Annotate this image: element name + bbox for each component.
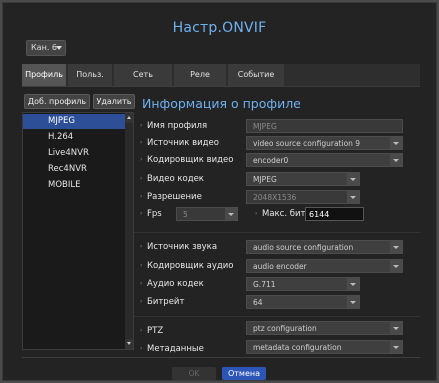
video-codec-select[interactable]: MJPEG — [246, 172, 360, 186]
chevron-down-icon — [390, 260, 402, 272]
profile-list-scrollbar[interactable] — [125, 113, 133, 349]
video-encoder-label: › Кодировщик видео — [140, 155, 234, 165]
channel-select[interactable]: Кан. 6 — [26, 40, 66, 56]
ptz-value: ptz configuration — [253, 324, 317, 333]
tab-bar: Профиль Польз. Сеть Реле Событие — [22, 64, 420, 86]
divider — [22, 86, 420, 87]
channel-select-value: Кан. 6 — [31, 43, 57, 52]
audio-bitrate-value: 64 — [253, 298, 263, 307]
chevron-down-icon — [225, 208, 237, 220]
chevron-down-icon — [390, 241, 402, 253]
resolution-label: › Разрешение — [140, 192, 202, 202]
cancel-button[interactable]: Отмена — [222, 367, 266, 380]
audio-codec-select[interactable]: G.711 — [246, 277, 360, 291]
profile-item-mjpeg[interactable]: MJPEG — [23, 114, 127, 129]
fps-value: 5 — [183, 210, 188, 219]
window-title: Настр.ONVIF — [172, 20, 267, 36]
profile-list: MJPEG H.264 Live4NVR Rec4NVR MOBILE — [22, 112, 134, 350]
chevron-down-icon — [347, 296, 359, 308]
audio-codec-value: G.711 — [253, 280, 276, 289]
audio-source-value: audio source configuration — [253, 243, 354, 252]
resolution-select[interactable]: 2048X1536 — [246, 190, 360, 204]
tab-relay[interactable]: Реле — [174, 64, 226, 86]
metadata-select[interactable]: metadata configuration — [246, 340, 403, 354]
divider — [134, 316, 420, 317]
profile-item-mobile[interactable]: MOBILE — [23, 178, 127, 193]
ptz-select[interactable]: ptz configuration — [246, 321, 403, 335]
video-source-select[interactable]: video source configuration 9 — [246, 136, 403, 150]
scroll-down-icon[interactable] — [125, 339, 133, 349]
max-bitrate-input[interactable]: 6144 — [305, 207, 364, 221]
video-source-label: › Источник видео — [140, 138, 219, 148]
scroll-up-icon[interactable] — [125, 113, 133, 123]
audio-encoder-select[interactable]: audio encoder — [246, 259, 403, 273]
ok-button[interactable]: OK — [172, 367, 216, 380]
audio-encoder-label: › Кодировщик аудио — [140, 261, 234, 271]
delete-profile-button[interactable]: Удалить — [93, 94, 135, 109]
chevron-down-icon — [56, 46, 62, 50]
profile-item-rec4nvr[interactable]: Rec4NVR — [23, 162, 127, 177]
tab-profile[interactable]: Профиль — [22, 64, 66, 86]
divider — [134, 232, 420, 233]
fps-select[interactable]: 5 — [176, 207, 238, 221]
audio-source-select[interactable]: audio source configuration — [246, 240, 403, 254]
tab-network[interactable]: Сеть — [114, 64, 172, 86]
profile-item-live4nvr[interactable]: Live4NVR — [23, 146, 127, 161]
divider — [22, 357, 420, 358]
chevron-down-icon — [347, 191, 359, 203]
video-source-value: video source configuration 9 — [253, 139, 361, 148]
chevron-down-icon — [390, 322, 402, 334]
ptz-label: › PTZ — [140, 326, 164, 336]
profile-name-field[interactable]: MJPEG — [246, 119, 403, 133]
metadata-value: metadata configuration — [253, 343, 342, 352]
audio-encoder-value: audio encoder — [253, 262, 307, 271]
chevron-down-icon — [347, 173, 359, 185]
resolution-value: 2048X1536 — [253, 193, 297, 202]
section-title: Информация о профиле — [142, 96, 301, 111]
metadata-label: › Метаданные — [140, 344, 204, 354]
video-codec-label: › Видео кодек — [140, 174, 204, 184]
video-encoder-select[interactable]: encoder0 — [246, 153, 403, 167]
chevron-down-icon — [390, 154, 402, 166]
video-encoder-value: encoder0 — [253, 156, 289, 165]
add-profile-button[interactable]: Доб. профиль — [24, 94, 90, 109]
audio-bitrate-label: › Битрейт — [140, 297, 185, 307]
audio-bitrate-select[interactable]: 64 — [246, 295, 360, 309]
fps-label: › Fps — [140, 209, 162, 219]
video-codec-value: MJPEG — [253, 175, 277, 184]
chevron-down-icon — [390, 341, 402, 353]
chevron-down-icon — [390, 137, 402, 149]
profile-item-h264[interactable]: H.264 — [23, 130, 127, 145]
tab-users[interactable]: Польз. — [68, 64, 112, 86]
tab-event[interactable]: Событие — [228, 64, 284, 86]
profile-name-label: › Имя профиля — [140, 121, 208, 131]
audio-source-label: › Источник звука — [140, 242, 218, 252]
chevron-down-icon — [347, 278, 359, 290]
audio-codec-label: › Аудио кодек — [140, 279, 204, 289]
